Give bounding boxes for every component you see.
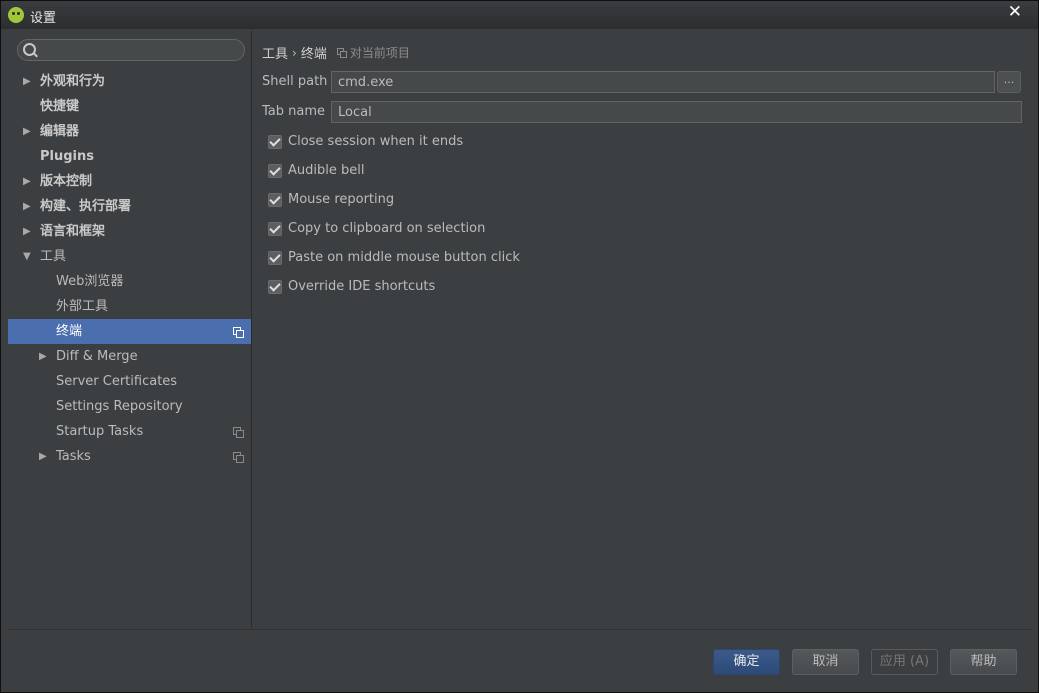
sidebar-item-label: Plugins	[40, 149, 94, 164]
sidebar-item-label: 终端	[56, 324, 83, 339]
settings-sidebar: ▶ 外观和行为快捷键 ▶ 编辑器 Plugins ▶ 版本控制 ▶ 构建、执行部署 ▶ 语言和框架 ▼…	[8, 31, 252, 628]
checkbox[interactable]	[268, 251, 282, 265]
sidebar-item[interactable]: 快捷键	[8, 94, 251, 119]
sidebar-item[interactable]: ▶ Tasks	[8, 444, 251, 469]
project-scope-icon	[233, 327, 244, 338]
project-scope-icon	[233, 452, 244, 463]
sidebar-item[interactable]: ▼ 工具	[8, 244, 251, 269]
checkbox-label: Audible bell	[288, 163, 365, 178]
sidebar-item-label: 外观和行为	[40, 74, 106, 89]
sidebar-item[interactable]: ▶ 语言和框架	[8, 219, 251, 244]
sidebar-item[interactable]: ▶ Diff & Merge	[8, 344, 251, 369]
sidebar-item-label: 版本控制	[40, 174, 93, 189]
sidebar-item-label: Server Certificates	[56, 374, 178, 389]
settings-tree: ▶ 外观和行为快捷键 ▶ 编辑器 Plugins ▶ 版本控制 ▶ 构建、执行部署 ▶ 语言和框架 ▼…	[8, 69, 251, 469]
settings-dialog: 设置 ✕ ▶ 外观和行为快捷键 ▶ 编辑器 Plugins ▶ 版本控制 ▶ 构建、执行部署 ▶ 语…	[0, 0, 1039, 693]
checkbox[interactable]	[268, 222, 282, 236]
help-button[interactable]: 帮助	[950, 649, 1017, 675]
checkbox-label: Paste on middle mouse button click	[288, 250, 520, 265]
project-scope-icon	[336, 48, 347, 58]
sidebar-item[interactable]: Server Certificates	[8, 369, 251, 394]
sidebar-item-label: 快捷键	[40, 99, 80, 114]
checkbox[interactable]	[268, 164, 282, 178]
expand-right-icon[interactable]: ▶	[23, 119, 33, 144]
window-title: 设置	[30, 11, 57, 26]
checkbox[interactable]	[268, 280, 282, 294]
sidebar-item[interactable]: Settings Repository	[8, 394, 251, 419]
apply-button[interactable]: 应用 (A)	[871, 649, 938, 675]
breadcrumb-parent[interactable]: 工具	[262, 47, 288, 62]
breadcrumb-separator: ›	[292, 45, 297, 60]
cancel-button[interactable]: 取消	[792, 649, 859, 675]
checkbox-label: Override IDE shortcuts	[288, 279, 436, 294]
sidebar-item[interactable]: ▶ 外观和行为	[8, 69, 251, 94]
expand-right-icon[interactable]: ▶	[39, 444, 49, 469]
expand-right-icon[interactable]: ▶	[23, 194, 33, 219]
project-scope-icon	[233, 427, 244, 438]
breadcrumb-current: 终端	[300, 47, 327, 62]
checkbox[interactable]	[268, 135, 282, 149]
breadcrumb: 工具 › 终端 对当前项目	[262, 43, 410, 63]
sidebar-item-label: 语言和框架	[40, 224, 106, 239]
tab-name-input[interactable]	[331, 101, 1022, 123]
title-bar: 设置 ✕	[1, 1, 1038, 29]
sidebar-item-label: Startup Tasks	[56, 424, 144, 439]
sidebar-item-label: 构建、执行部署	[40, 199, 132, 214]
search-box[interactable]	[17, 39, 245, 61]
sidebar-item[interactable]: Plugins	[8, 144, 251, 169]
expand-down-icon[interactable]: ▼	[23, 244, 33, 269]
sidebar-item-label: Tasks	[56, 449, 91, 464]
expand-right-icon[interactable]: ▶	[23, 219, 33, 244]
shell-path-input[interactable]	[331, 71, 995, 93]
sidebar-item-label: 编辑器	[40, 124, 80, 139]
sidebar-item[interactable]: ▶ 版本控制	[8, 169, 251, 194]
shell-path-label: Shell path	[262, 74, 328, 89]
sidebar-item-label: 外部工具	[56, 299, 109, 314]
ok-button[interactable]: 确定	[713, 649, 780, 675]
scope-label: 对当前项目	[349, 46, 410, 60]
sidebar-item-label: 工具	[40, 249, 67, 264]
sidebar-item[interactable]: Web浏览器	[8, 269, 251, 294]
checkbox-label: Copy to clipboard on selection	[288, 221, 486, 236]
sidebar-item[interactable]: ▶ 构建、执行部署	[8, 194, 251, 219]
sidebar-item[interactable]: ▶ 编辑器	[8, 119, 251, 144]
search-icon	[23, 43, 36, 56]
expand-right-icon[interactable]: ▶	[23, 169, 33, 194]
expand-right-icon[interactable]: ▶	[23, 69, 33, 94]
sidebar-item-label: Diff & Merge	[56, 349, 138, 364]
sidebar-item[interactable]: 终端	[8, 319, 251, 344]
sidebar-item[interactable]: Startup Tasks	[8, 419, 251, 444]
button-bar: 确定 取消 应用 (A) 帮助	[8, 629, 1033, 688]
sidebar-item-label: Web浏览器	[56, 274, 124, 289]
checkbox[interactable]	[268, 193, 282, 207]
terminal-settings-panel: 工具 ›终端 对当前项目 Shell path ... Tab name Close…	[252, 31, 1033, 628]
tab-name-label: Tab name	[262, 104, 326, 119]
close-icon[interactable]: ✕	[1008, 2, 1022, 22]
sidebar-item-label: Settings Repository	[56, 399, 183, 414]
sidebar-item[interactable]: 外部工具	[8, 294, 251, 319]
expand-right-icon[interactable]: ▶	[39, 344, 49, 369]
android-icon	[8, 7, 24, 23]
browse-button[interactable]: ...	[997, 71, 1021, 93]
checkbox-label: Close session when it ends	[288, 134, 464, 149]
search-input[interactable]	[40, 41, 240, 59]
checkbox-label: Mouse reporting	[288, 192, 395, 207]
